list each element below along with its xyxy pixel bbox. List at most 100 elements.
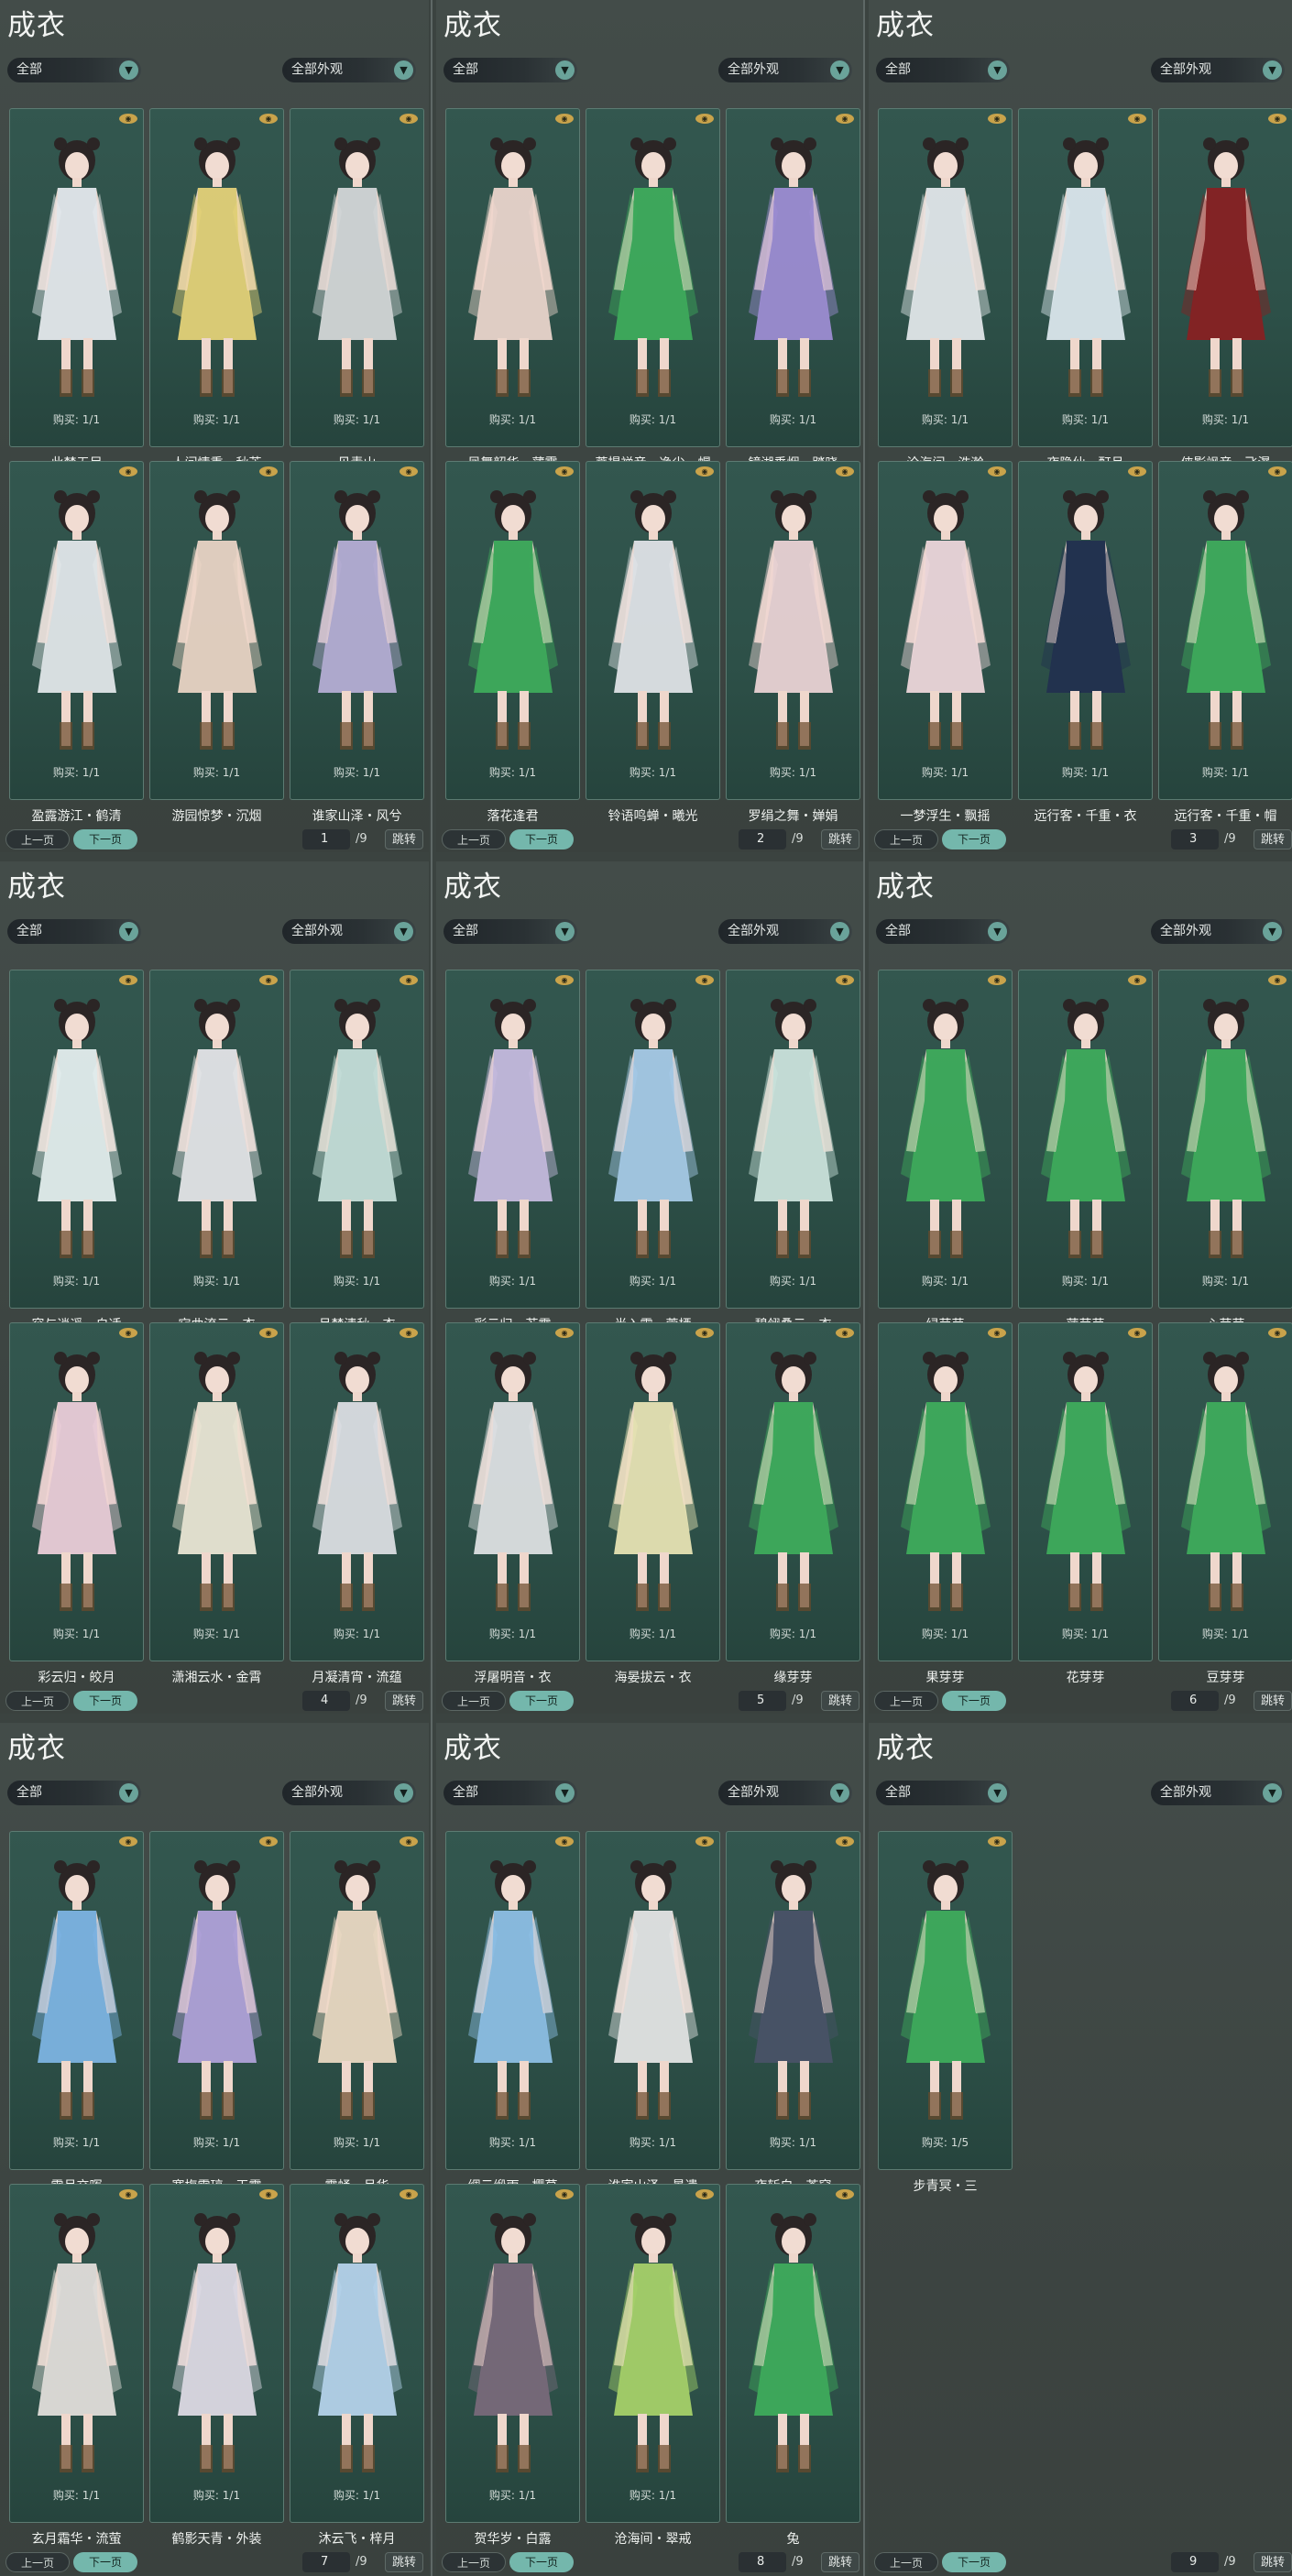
prev-page-button[interactable]: 上一页 <box>874 2552 938 2572</box>
eye-icon[interactable]: ◉ <box>555 114 574 124</box>
eye-icon[interactable]: ◉ <box>988 1328 1006 1338</box>
outfit-card[interactable]: ◉ 购买: 1/5 <box>878 1831 1013 2170</box>
appearance-dropdown[interactable]: 全部外观 ▼ <box>718 1781 852 1805</box>
eye-icon[interactable]: ◉ <box>988 114 1006 124</box>
outfit-card[interactable]: ◉ 购买: 1/1 <box>149 1322 284 1661</box>
eye-icon[interactable]: ◉ <box>400 1328 418 1338</box>
page-number-input[interactable]: 2 <box>739 829 786 850</box>
next-page-button[interactable]: 下一页 <box>942 2552 1006 2572</box>
category-dropdown[interactable]: 全部 ▼ <box>876 58 1010 82</box>
appearance-dropdown[interactable]: 全部外观 ▼ <box>282 1781 416 1805</box>
jump-button[interactable]: 跳转 <box>1254 829 1292 850</box>
prev-page-button[interactable]: 上一页 <box>442 1691 506 1711</box>
page-number-input[interactable]: 6 <box>1171 1691 1219 1711</box>
next-page-button[interactable]: 下一页 <box>509 829 574 850</box>
outfit-card[interactable]: ◉ 购买: 1/1 <box>878 461 1013 800</box>
category-dropdown[interactable]: 全部 ▼ <box>7 1781 141 1805</box>
eye-icon[interactable]: ◉ <box>836 975 854 985</box>
outfit-card[interactable]: ◉ 购买: 1/1 <box>586 108 720 447</box>
prev-page-button[interactable]: 上一页 <box>874 1691 938 1711</box>
eye-icon[interactable]: ◉ <box>555 1328 574 1338</box>
eye-icon[interactable]: ◉ <box>259 1328 278 1338</box>
eye-icon[interactable]: ◉ <box>695 975 714 985</box>
outfit-card[interactable]: ◉ 购买: 1/1 <box>1158 970 1292 1309</box>
eye-icon[interactable]: ◉ <box>259 114 278 124</box>
eye-icon[interactable]: ◉ <box>400 2189 418 2199</box>
outfit-card[interactable]: ◉ 购买: 1/1 <box>586 1322 720 1661</box>
outfit-card[interactable]: ◉ 购买: 1/1 <box>1018 461 1153 800</box>
jump-button[interactable]: 跳转 <box>821 1691 860 1711</box>
category-dropdown[interactable]: 全部 ▼ <box>7 919 141 944</box>
eye-icon[interactable]: ◉ <box>119 114 137 124</box>
prev-page-button[interactable]: 上一页 <box>5 1691 70 1711</box>
outfit-card[interactable]: ◉ 购买: 1/1 <box>149 2184 284 2523</box>
next-page-button[interactable]: 下一页 <box>73 1691 137 1711</box>
eye-icon[interactable]: ◉ <box>836 466 854 477</box>
outfit-card[interactable]: ◉ 购买: 1/1 <box>1018 1322 1153 1661</box>
outfit-card[interactable]: ◉ 购买: 1/1 <box>149 1831 284 2170</box>
outfit-card[interactable]: ◉ 购买: 1/1 <box>1158 1322 1292 1661</box>
outfit-card[interactable]: ◉ 购买: 1/1 <box>445 970 580 1309</box>
category-dropdown[interactable]: 全部 ▼ <box>443 919 577 944</box>
eye-icon[interactable]: ◉ <box>555 1836 574 1847</box>
jump-button[interactable]: 跳转 <box>385 1691 423 1711</box>
prev-page-button[interactable]: 上一页 <box>5 2552 70 2572</box>
outfit-card[interactable]: ◉ 购买: 1/1 <box>149 461 284 800</box>
next-page-button[interactable]: 下一页 <box>942 1691 1006 1711</box>
next-page-button[interactable]: 下一页 <box>73 829 137 850</box>
eye-icon[interactable]: ◉ <box>836 1836 854 1847</box>
eye-icon[interactable]: ◉ <box>259 2189 278 2199</box>
jump-button[interactable]: 跳转 <box>821 2552 860 2572</box>
appearance-dropdown[interactable]: 全部外观 ▼ <box>282 58 416 82</box>
eye-icon[interactable]: ◉ <box>1128 1328 1146 1338</box>
outfit-card[interactable]: ◉ 购买: 1/1 <box>1158 461 1292 800</box>
eye-icon[interactable]: ◉ <box>1128 975 1146 985</box>
outfit-card[interactable]: ◉ 购买: 1/1 <box>445 461 580 800</box>
eye-icon[interactable]: ◉ <box>695 1328 714 1338</box>
eye-icon[interactable]: ◉ <box>259 466 278 477</box>
eye-icon[interactable]: ◉ <box>400 466 418 477</box>
prev-page-button[interactable]: 上一页 <box>5 829 70 850</box>
eye-icon[interactable]: ◉ <box>119 975 137 985</box>
outfit-card[interactable]: ◉ 购买: 1/1 <box>9 1831 144 2170</box>
eye-icon[interactable]: ◉ <box>1268 975 1287 985</box>
outfit-card[interactable]: ◉ 购买: 1/1 <box>586 461 720 800</box>
prev-page-button[interactable]: 上一页 <box>874 829 938 850</box>
eye-icon[interactable]: ◉ <box>988 466 1006 477</box>
outfit-card[interactable]: ◉ 购买: 1/1 <box>445 108 580 447</box>
eye-icon[interactable]: ◉ <box>695 114 714 124</box>
eye-icon[interactable]: ◉ <box>555 2189 574 2199</box>
outfit-card[interactable]: ◉ 购买: 1/1 <box>290 108 424 447</box>
outfit-card[interactable]: ◉ 购买: 1/1 <box>1158 108 1292 447</box>
outfit-card[interactable]: ◉ 购买: 1/1 <box>878 1322 1013 1661</box>
jump-button[interactable]: 跳转 <box>821 829 860 850</box>
outfit-card[interactable]: ◉ 购买: 1/1 <box>726 970 860 1309</box>
category-dropdown[interactable]: 全部 ▼ <box>876 919 1010 944</box>
outfit-card[interactable]: ◉ 购买: 1/1 <box>290 2184 424 2523</box>
outfit-card[interactable]: ◉ 购买: 1/1 <box>878 108 1013 447</box>
category-dropdown[interactable]: 全部 ▼ <box>443 58 577 82</box>
eye-icon[interactable]: ◉ <box>836 1328 854 1338</box>
outfit-card[interactable]: ◉ 购买: 1/1 <box>290 461 424 800</box>
jump-button[interactable]: 跳转 <box>1254 2552 1292 2572</box>
jump-button[interactable]: 跳转 <box>385 2552 423 2572</box>
prev-page-button[interactable]: 上一页 <box>442 829 506 850</box>
eye-icon[interactable]: ◉ <box>988 1836 1006 1847</box>
prev-page-button[interactable]: 上一页 <box>442 2552 506 2572</box>
eye-icon[interactable]: ◉ <box>1268 1328 1287 1338</box>
eye-icon[interactable]: ◉ <box>119 466 137 477</box>
page-number-input[interactable]: 9 <box>1171 2552 1219 2572</box>
eye-icon[interactable]: ◉ <box>259 1836 278 1847</box>
outfit-card[interactable]: ◉ 购买: 1/1 <box>445 1831 580 2170</box>
eye-icon[interactable]: ◉ <box>119 1836 137 1847</box>
outfit-card[interactable]: ◉ 购买: 1/1 <box>726 1322 860 1661</box>
outfit-card[interactable]: ◉ 购买: 1/1 <box>9 461 144 800</box>
eye-icon[interactable]: ◉ <box>259 975 278 985</box>
page-number-input[interactable]: 8 <box>739 2552 786 2572</box>
category-dropdown[interactable]: 全部 ▼ <box>876 1781 1010 1805</box>
page-number-input[interactable]: 3 <box>1171 829 1219 850</box>
outfit-card[interactable]: ◉ 购买: 1/1 <box>9 970 144 1309</box>
page-number-input[interactable]: 4 <box>302 1691 350 1711</box>
outfit-card[interactable]: ◉ 购买: 1/1 <box>1018 970 1153 1309</box>
next-page-button[interactable]: 下一页 <box>509 1691 574 1711</box>
